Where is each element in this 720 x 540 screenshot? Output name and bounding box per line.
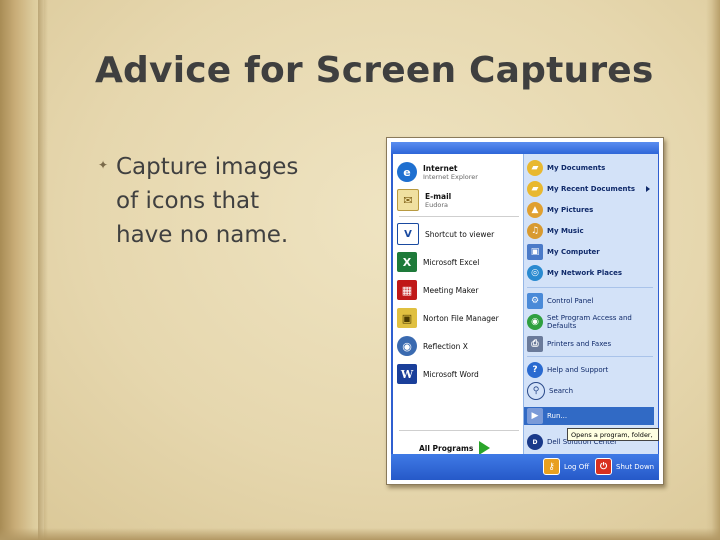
run-icon: ▶ [527, 408, 543, 424]
places-item-label: Search [549, 387, 574, 395]
recent-item-viewer[interactable]: V Shortcut to viewer [397, 222, 494, 246]
places-item-label: Control Panel [547, 297, 594, 305]
bullet-list: ✦ Capture images of icons that have no n… [98, 150, 338, 252]
places-item-run[interactable]: ▶ Run... [527, 404, 567, 428]
recent-item-meeting-maker[interactable]: ▦ Meeting Maker [397, 278, 478, 302]
places-item-label: My Computer [547, 248, 600, 256]
places-item-printers[interactable]: ⎙ Printers and Faxes [527, 332, 611, 356]
submenu-arrow-icon [646, 186, 650, 192]
bullet-line-3: have no name. [116, 222, 289, 248]
help-icon: ? [527, 362, 543, 378]
right-separator [527, 356, 653, 357]
recent-item-label: Microsoft Word [423, 369, 479, 379]
start-menu-screenshot: e Internet Internet Explorer ✉ E-mail Eudo… [386, 137, 664, 485]
bullet-icon: ✦ [98, 158, 109, 172]
bullet-line-1: Capture images [116, 154, 299, 180]
all-programs-button[interactable]: All Programs [419, 441, 491, 455]
recent-item-norton[interactable]: ▣ Norton File Manager [397, 306, 499, 330]
pinned-item-label: Internet [423, 163, 458, 173]
places-item-label: My Recent Documents [547, 185, 636, 193]
printers-icon: ⎙ [527, 336, 543, 352]
log-off-button[interactable]: ⚷ Log Off [543, 458, 589, 475]
recent-item-label: Reflection X [423, 341, 468, 351]
spine-shadow [38, 0, 48, 540]
places-item-program-access[interactable]: ◉ Set Program Access and Defaults [527, 310, 632, 334]
my-music-icon: ♫ [527, 223, 543, 239]
places-item-network-places[interactable]: ◎ My Network Places [527, 261, 622, 285]
meeting-maker-icon: ▦ [397, 280, 417, 300]
pinned-item-email[interactable]: ✉ E-mail Eudora [397, 188, 451, 212]
recent-item-label: Norton File Manager [423, 313, 499, 323]
my-pictures-icon: ▲ [527, 202, 543, 218]
pinned-item-sub: Internet Explorer [423, 172, 478, 181]
places-item-label: Help and Support [547, 366, 609, 374]
pinned-item-label: E-mail [425, 191, 452, 201]
arrow-right-icon [479, 441, 491, 455]
places-item-label: My Documents [547, 164, 606, 172]
log-off-label: Log Off [564, 462, 590, 471]
eudora-icon: ✉ [397, 189, 419, 211]
pinned-item-sub: Eudora [425, 200, 448, 209]
recent-item-excel[interactable]: X Microsoft Excel [397, 250, 479, 274]
start-menu: e Internet Internet Explorer ✉ E-mail Eudo… [391, 142, 659, 480]
shut-down-button[interactable]: ⏻ Shut Down [595, 458, 654, 475]
places-item-label: Run... [547, 412, 568, 420]
program-access-icon: ◉ [527, 314, 543, 330]
places-item-label: Set Program Access and [547, 314, 632, 322]
search-icon: ⚲ [527, 382, 545, 400]
places-item-label: My Network Places [547, 269, 623, 277]
recent-item-label: Meeting Maker [423, 285, 479, 295]
left-separator [399, 216, 519, 217]
recent-documents-icon: ▰ [527, 181, 543, 197]
places-item-label-2: Defaults [547, 322, 577, 330]
places-item-label: My Pictures [547, 206, 594, 214]
recent-item-label: Shortcut to viewer [425, 229, 495, 239]
places-item-search[interactable]: ⚲ Search [527, 379, 573, 403]
left-separator [399, 430, 519, 431]
network-places-icon: ◎ [527, 265, 543, 281]
internet-explorer-icon: e [397, 162, 417, 182]
pinned-item-internet[interactable]: e Internet Internet Explorer [397, 160, 478, 184]
right-separator [527, 287, 653, 288]
my-computer-icon: ▣ [527, 244, 543, 260]
power-icon: ⏻ [595, 458, 612, 475]
recent-item-reflection[interactable]: ◉ Reflection X [397, 334, 468, 358]
reflection-x-icon: ◉ [397, 336, 417, 356]
norton-file-manager-icon: ▣ [397, 308, 417, 328]
slide-title: Advice for Screen Captures [95, 50, 654, 91]
start-menu-header [391, 142, 659, 154]
viewer-shortcut-icon: V [397, 223, 419, 245]
shut-down-label: Shut Down [616, 462, 655, 471]
page-edge [706, 0, 720, 540]
dell-icon: D [527, 434, 543, 450]
excel-icon: X [397, 252, 417, 272]
key-icon: ⚷ [543, 458, 560, 475]
places-item-label: Printers and Faxes [547, 340, 612, 348]
control-panel-icon: ⚙ [527, 293, 543, 309]
all-programs-label: All Programs [419, 443, 474, 453]
word-icon: W [397, 364, 417, 384]
recent-item-label: Microsoft Excel [423, 257, 480, 267]
places-item-label: My Music [547, 227, 584, 235]
my-documents-icon: ▰ [527, 160, 543, 176]
recent-item-word[interactable]: W Microsoft Word [397, 362, 479, 386]
run-tooltip: Opens a program, folder, [567, 428, 659, 441]
bottom-edge [0, 528, 720, 540]
bullet-line-2: of icons that [116, 188, 260, 214]
left-pane: e Internet Internet Explorer ✉ E-mail Eudo… [393, 154, 523, 455]
